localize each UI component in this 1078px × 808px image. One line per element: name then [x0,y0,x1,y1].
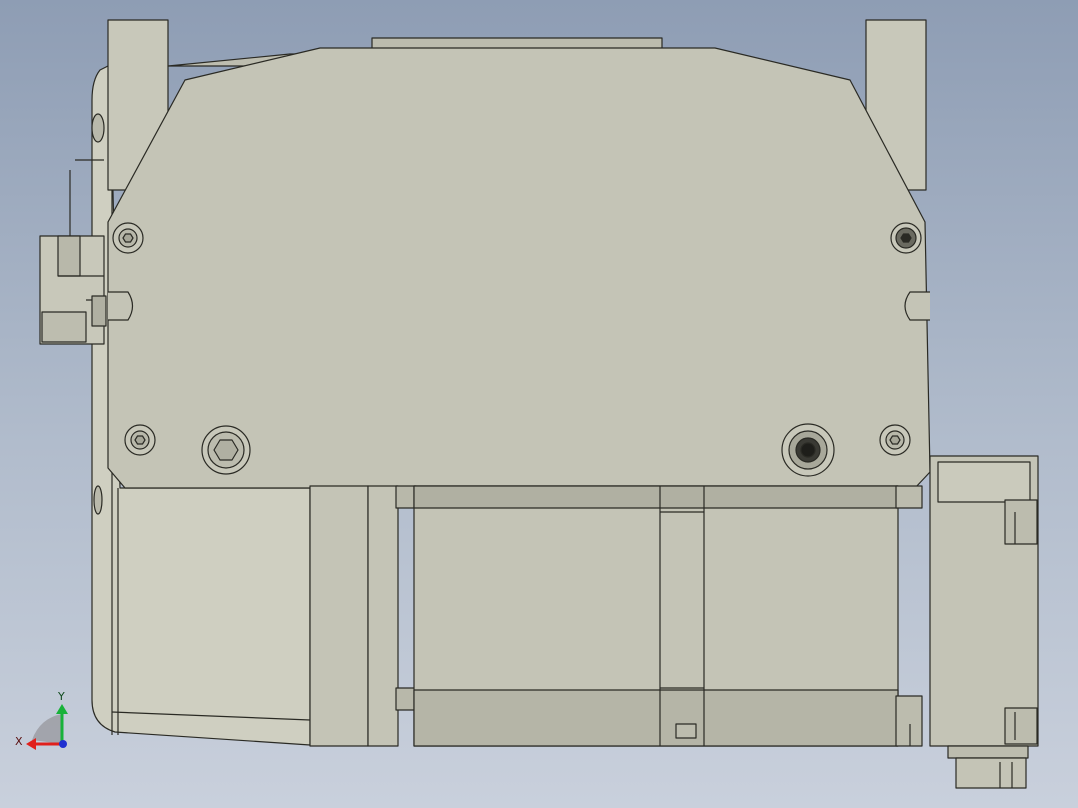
triad-x-arrowhead [26,738,36,750]
triad-x-label: X [15,735,23,748]
motor-flange [309,485,417,747]
right-slot [904,291,930,321]
cad-graphics-viewport[interactable]: X Y [0,0,1078,808]
triad-y-label: Y [57,690,65,703]
screw-top-right [890,222,922,254]
screw-bottom-left [124,424,156,456]
triad-y-arrowhead [56,704,68,714]
encoder-housing [929,455,1039,789]
motor-body [413,485,923,747]
screw-bottom-right [879,424,911,456]
actuator-model-front-view[interactable]: X Y [0,0,1078,808]
left-slot [108,291,134,321]
view-orientation-triad[interactable]: X Y [15,690,68,750]
bolt-bottom-right-dark [781,423,835,477]
screw-top-left [112,222,144,254]
main-cover-plate [107,47,931,489]
triad-shade-wedge [32,714,62,744]
triad-z-axis-dot [59,740,67,748]
bolt-bottom-left-large [201,425,251,475]
